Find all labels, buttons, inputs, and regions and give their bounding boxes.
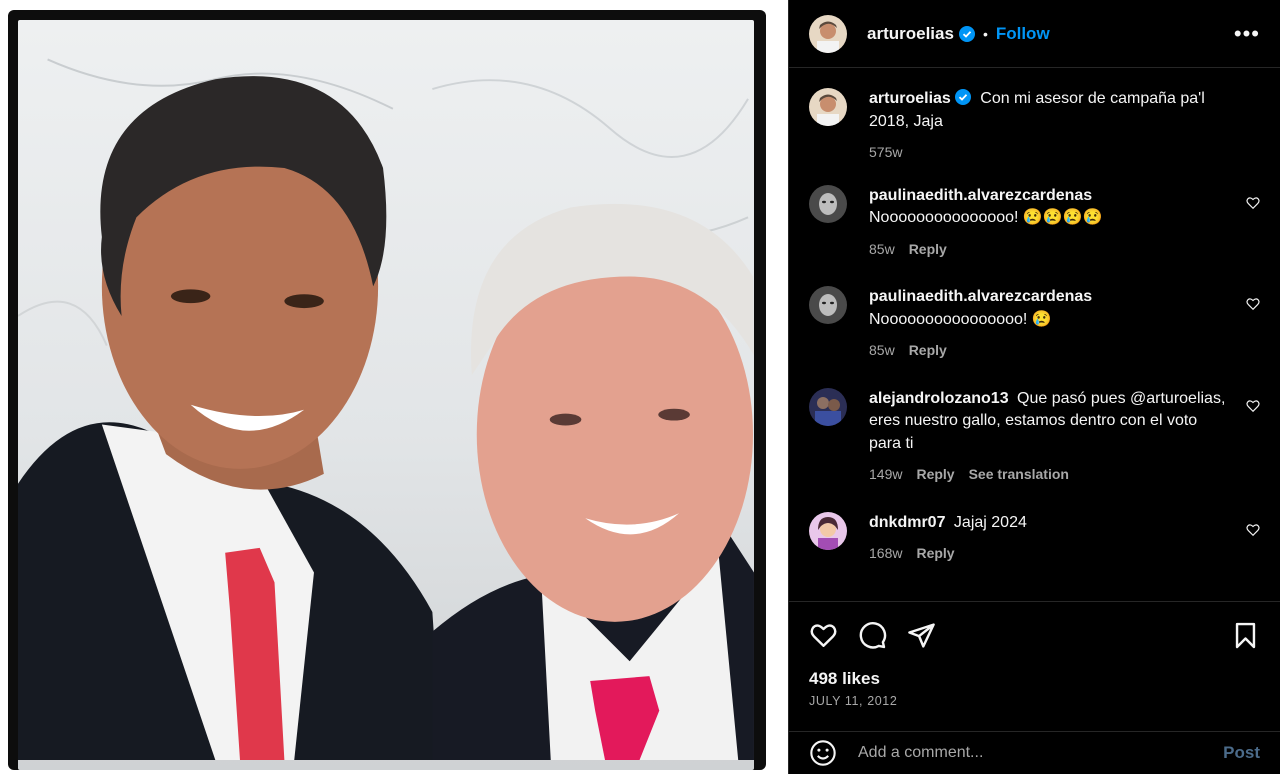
comment-like-heart-icon[interactable] xyxy=(1246,196,1260,210)
comment-username[interactable]: paulinaedith.alvarezcardenas xyxy=(869,187,1092,204)
post-image-area xyxy=(0,0,788,774)
photo-frame xyxy=(8,10,766,770)
post-comment-button[interactable]: Post xyxy=(1223,743,1260,763)
reply-button[interactable]: Reply xyxy=(909,238,947,261)
author-avatar[interactable] xyxy=(809,88,847,126)
likes-count[interactable]: 498 likes xyxy=(809,669,1260,689)
commenter-avatar[interactable] xyxy=(809,286,847,324)
comment-username[interactable]: paulinaedith.alvarezcardenas xyxy=(869,288,1092,305)
heart-icon[interactable] xyxy=(809,621,838,650)
post-photo-illustration xyxy=(18,58,754,760)
post-side-panel: arturoelias • Follow ••• arturoelias Con… xyxy=(788,0,1280,774)
post-header: arturoelias • Follow ••• xyxy=(789,0,1280,68)
comment-username[interactable]: dnkdmr07 xyxy=(869,514,945,531)
follow-button[interactable]: Follow xyxy=(996,24,1050,44)
author-avatar[interactable] xyxy=(809,14,847,53)
caption-username[interactable]: arturoelias xyxy=(869,90,951,107)
comment-text: Noooooooooooooooo! 😢 xyxy=(869,310,1052,328)
comment-body: dnkdmr07 Jajaj 2024 168w Reply xyxy=(869,512,1260,565)
comment-item: paulinaedith.alvarezcardenas Noooooooooo… xyxy=(809,184,1260,261)
comment-time[interactable]: 85w xyxy=(869,238,895,261)
post-photo[interactable] xyxy=(18,20,754,770)
caption: arturoelias Con mi asesor de campaña pa'… xyxy=(809,88,1260,164)
comment-meta: 85w Reply xyxy=(869,238,1228,261)
reply-button[interactable]: Reply xyxy=(916,542,954,565)
reply-button[interactable]: Reply xyxy=(909,339,947,362)
comment-item: dnkdmr07 Jajaj 2024 168w Reply xyxy=(809,511,1260,565)
commenter-avatar[interactable] xyxy=(809,511,847,550)
comment-input[interactable] xyxy=(858,744,1224,762)
comment-like-heart-icon[interactable] xyxy=(1246,399,1260,413)
see-translation-button[interactable]: See translation xyxy=(969,463,1069,486)
commenter-avatar[interactable] xyxy=(809,387,847,426)
add-comment-bar: Post xyxy=(789,731,1280,774)
bookmark-icon[interactable] xyxy=(1231,621,1260,650)
comment-body: paulinaedith.alvarezcardenas Noooooooooo… xyxy=(869,185,1260,261)
author-username[interactable]: arturoelias xyxy=(867,24,954,44)
comment-body: paulinaedith.alvarezcardenas Noooooooooo… xyxy=(869,286,1260,362)
comment-username[interactable]: alejandrolozano13 xyxy=(869,390,1009,407)
caption-body: arturoelias Con mi asesor de campaña pa'… xyxy=(869,88,1260,164)
comment-meta: 149w Reply See translation xyxy=(869,463,1228,486)
commenter-avatar[interactable] xyxy=(809,184,847,223)
caption-meta: 575w xyxy=(869,141,1228,164)
comment-time[interactable]: 168w xyxy=(869,542,902,565)
verified-badge-icon xyxy=(954,89,971,105)
more-options-icon[interactable]: ••• xyxy=(1234,21,1260,47)
comment-like-heart-icon[interactable] xyxy=(1246,523,1260,537)
comment-meta: 85w Reply xyxy=(869,339,1228,362)
separator-dot: • xyxy=(982,25,988,42)
post-actions: 498 likes JULY 11, 2012 xyxy=(789,601,1280,708)
post-date: JULY 11, 2012 xyxy=(809,694,898,708)
comment-text: Nooooooooooooooo! 😢😢😢😢 xyxy=(869,209,1103,226)
comment-text: Jajaj 2024 xyxy=(949,513,1027,531)
action-icons xyxy=(809,620,1260,650)
comment-meta: 168w Reply xyxy=(869,542,1228,565)
emoji-icon[interactable] xyxy=(809,739,837,767)
verified-badge-icon xyxy=(958,25,975,42)
comment-item: paulinaedith.alvarezcardenas Noooooooooo… xyxy=(809,286,1260,362)
comment-like-heart-icon[interactable] xyxy=(1246,297,1260,311)
reply-button[interactable]: Reply xyxy=(916,463,954,486)
comment-time[interactable]: 85w xyxy=(869,339,895,362)
share-icon[interactable] xyxy=(907,621,936,650)
comment-time[interactable]: 149w xyxy=(869,463,902,486)
comments-list: arturoelias Con mi asesor de campaña pa'… xyxy=(789,68,1280,601)
comment-item: alejandrolozano13 Que pasó pues @arturoe… xyxy=(809,387,1260,486)
comment-body: alejandrolozano13 Que pasó pues @arturoe… xyxy=(869,388,1260,486)
caption-time[interactable]: 575w xyxy=(869,141,902,164)
comment-icon[interactable] xyxy=(858,621,887,650)
